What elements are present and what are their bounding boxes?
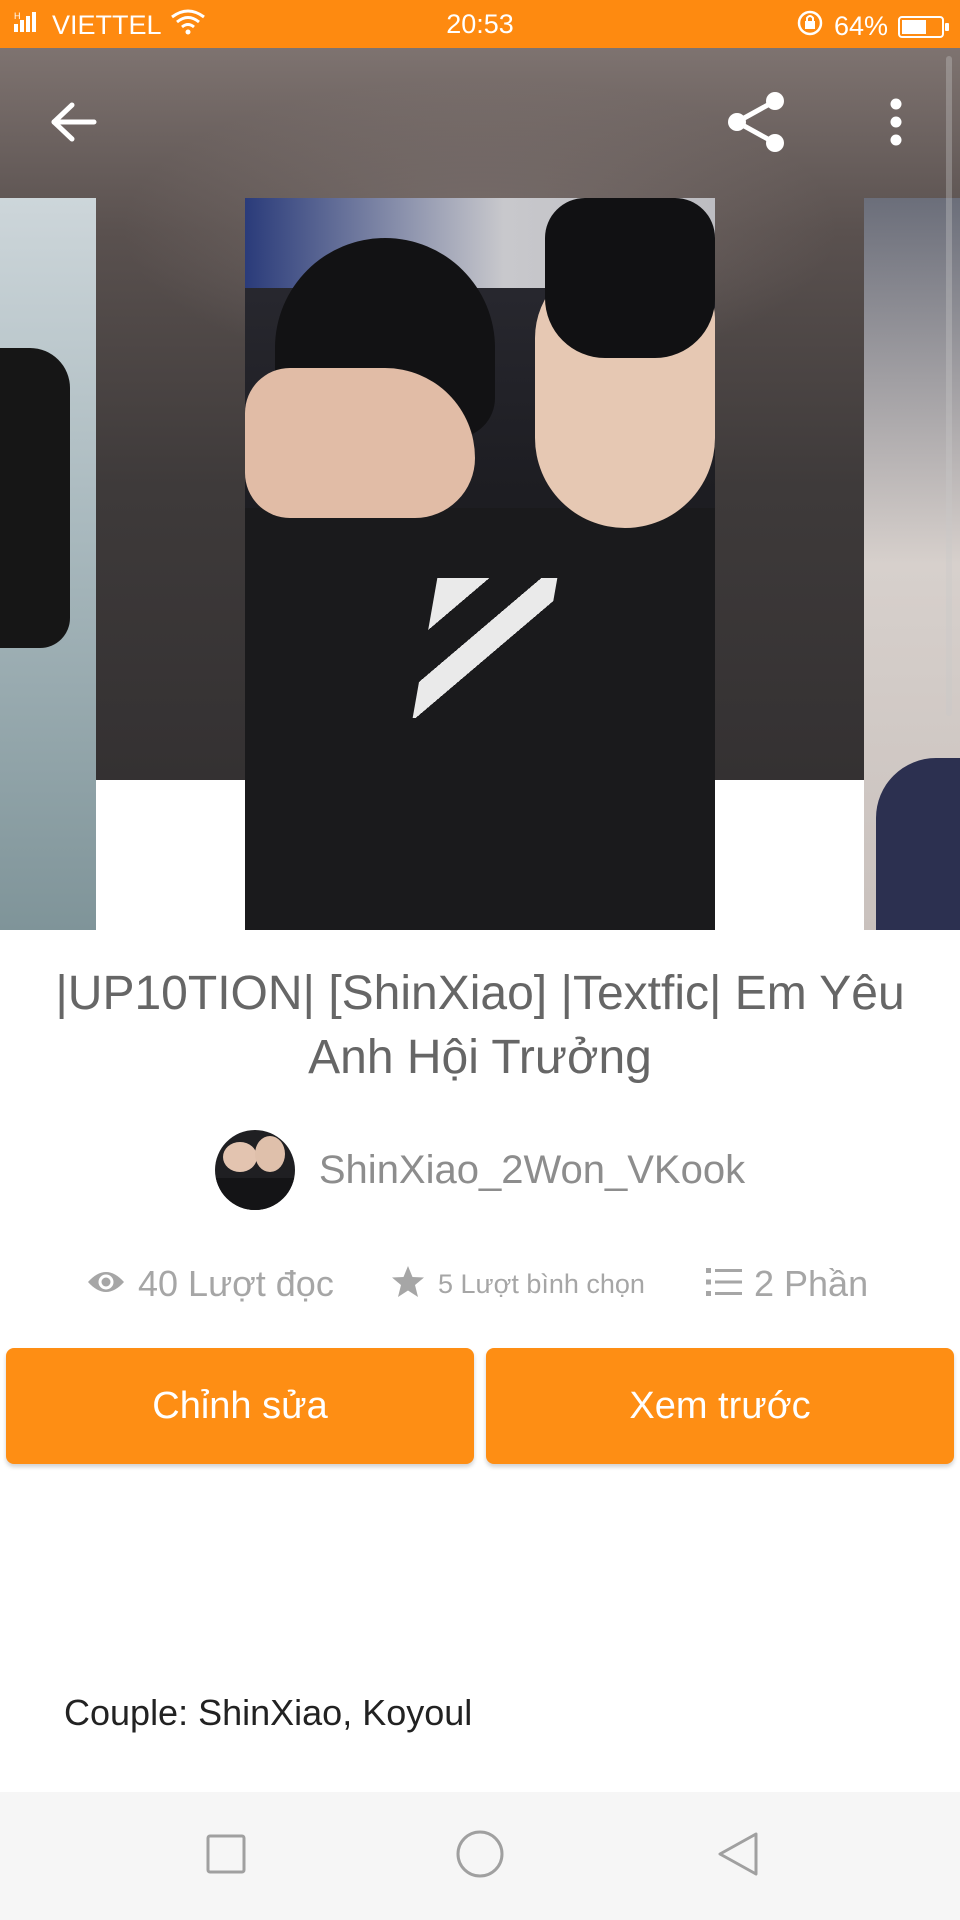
back-arrow-icon [50,102,98,142]
system-nav-bar [0,1792,960,1920]
back-button[interactable] [34,82,114,162]
more-button[interactable] [856,82,936,162]
action-buttons: Chỉnh sửa Xem trước [6,1348,954,1464]
rotation-lock-icon [796,9,824,44]
more-vert-icon [889,98,903,146]
recents-square-icon [206,1834,246,1879]
battery-percent: 64% [833,11,888,41]
preview-button[interactable]: Xem trước [486,1348,954,1464]
author-name[interactable]: ShinXiao_2Won_VKook [319,1148,745,1193]
battery-icon [898,15,949,38]
status-bar: H VIETTEL 20:53 64% [0,0,960,48]
parts-stat: 2 Phần [706,1256,868,1312]
star-icon [390,1264,426,1305]
avatar[interactable] [214,1130,295,1210]
status-right: 64% [796,9,949,44]
nav-back-button[interactable] [708,1826,768,1886]
reads-count: 40 Lượt đọc [138,1263,334,1304]
back-triangle-icon [716,1831,760,1882]
battery-fill [902,19,927,34]
app-bar [0,48,960,198]
story-cover-image [245,198,715,930]
author-row[interactable]: ShinXiao_2Won_VKook [0,1128,960,1212]
edit-button[interactable]: Chỉnh sửa [6,1348,474,1464]
story-title: |UP10TION| [ShinXiao] |Textfic| Em Yêu A… [55,967,905,1084]
parts-count: 2 Phần [754,1263,869,1304]
story-description: Couple: ShinXiao, Koyoul [64,1692,473,1733]
story-stats: 40 Lượt đọc 5 Lượt bình chọn 2 Phần [0,1256,960,1312]
cover-previous[interactable] [0,198,96,930]
share-icon [723,89,789,155]
votes-stat: 5 Lượt bình chọn [390,1256,645,1312]
reads-stat: 40 Lượt đọc [86,1256,334,1312]
eye-icon [86,1268,126,1301]
home-button[interactable] [450,1826,510,1886]
share-button[interactable] [716,82,796,162]
list-icon [706,1267,742,1302]
recents-button[interactable] [196,1826,256,1886]
votes-count: 5 Lượt bình chọn [438,1268,645,1299]
home-circle-icon [455,1829,505,1884]
